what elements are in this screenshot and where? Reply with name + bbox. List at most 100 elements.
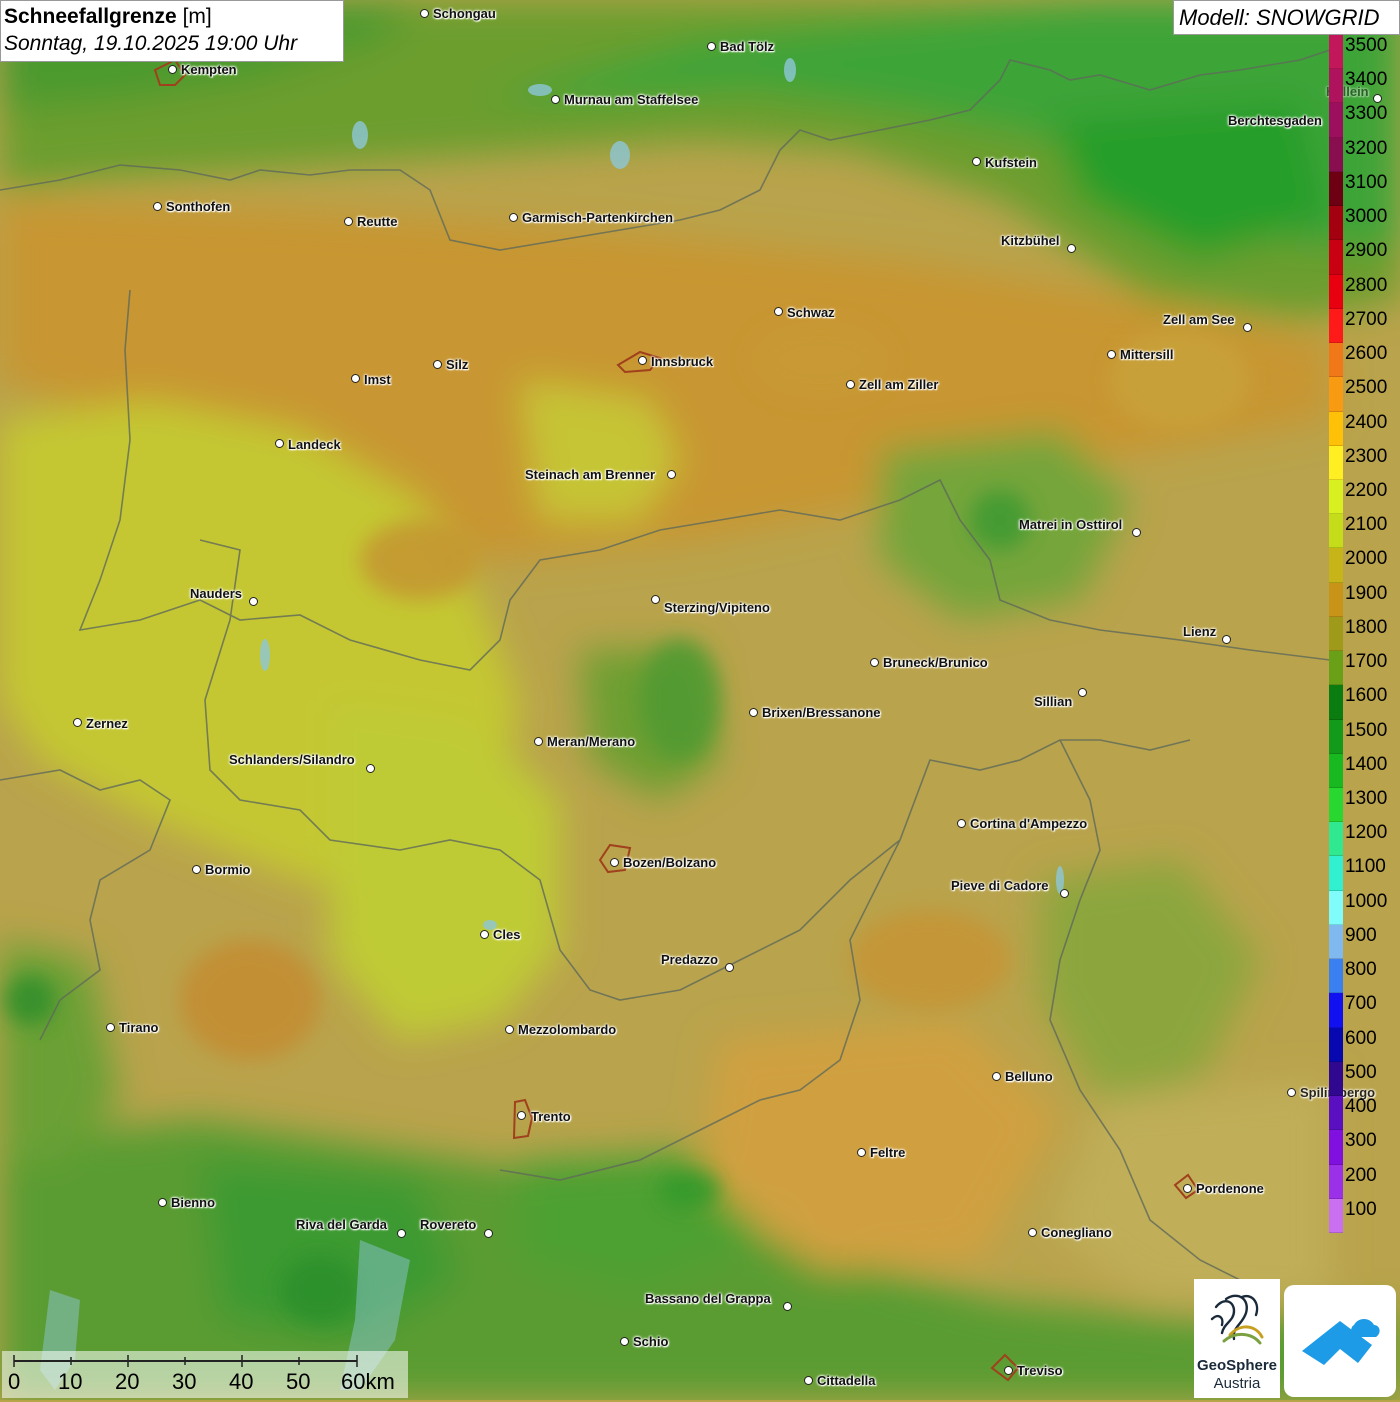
city-dot	[620, 1337, 629, 1346]
legend-color-swatch	[1329, 343, 1343, 378]
scale-label: 30	[172, 1369, 197, 1394]
city-dot	[957, 819, 966, 828]
city-dot	[725, 963, 734, 972]
snowfall-map[interactable]: Schongau Bad Tölz Kempten Murnau am Staf…	[0, 0, 1400, 1400]
scale-label: 50	[286, 1369, 311, 1394]
legend-color-swatch	[1329, 719, 1343, 754]
city-label: Nauders	[190, 586, 243, 601]
legend-label: 2400	[1345, 411, 1388, 433]
legend-label: 300	[1345, 1130, 1377, 1152]
city-label: Sillian	[1034, 694, 1073, 709]
legend-color-swatch	[1329, 445, 1343, 480]
city-dot	[857, 1148, 866, 1157]
legend-color-swatch	[1329, 69, 1343, 104]
legend-label: 2700	[1345, 308, 1388, 330]
legend-label: 3400	[1345, 69, 1388, 91]
legend-label: 1100	[1345, 856, 1386, 878]
legend-color-swatch	[1329, 137, 1343, 172]
legend-color-swatch	[1329, 685, 1343, 720]
city-label: Garmisch-Partenkirchen	[522, 210, 674, 225]
geosphere-logo[interactable]: GeoSphere Austria	[1194, 1279, 1280, 1398]
city-dot	[1222, 635, 1231, 644]
city-dot	[484, 1229, 493, 1238]
legend-color-swatch	[1329, 1096, 1343, 1131]
app-logo[interactable]	[1284, 1285, 1396, 1397]
legend-color-swatch	[1329, 1130, 1343, 1165]
scale-label: 0	[8, 1369, 21, 1394]
city-label: Silz	[446, 357, 469, 372]
city-dot	[1028, 1228, 1037, 1237]
city-label: Bormio	[205, 862, 251, 877]
city-label: Reutte	[357, 214, 398, 229]
city-label: Mezzolombardo	[518, 1022, 617, 1037]
city-label: Sterzing/Vipiteno	[664, 600, 770, 615]
legend-label: 2300	[1345, 445, 1388, 467]
city-dot	[1107, 350, 1116, 359]
legend-color-swatch	[1329, 651, 1343, 686]
legend-color-swatch	[1329, 890, 1343, 925]
legend-label: 2800	[1345, 274, 1388, 296]
city-label: Innsbruck	[651, 354, 714, 369]
city-dot	[192, 865, 201, 874]
legend-label: 3200	[1345, 137, 1388, 159]
city-dot	[168, 65, 177, 74]
legend-color-swatch	[1329, 993, 1343, 1028]
city-dot	[638, 356, 647, 365]
title-bold: Schneefallgrenze	[4, 5, 177, 28]
city-label: Predazzo	[661, 952, 719, 967]
city-dot	[774, 307, 783, 316]
city-dot	[517, 1111, 526, 1120]
scale-label: 60km	[341, 1369, 395, 1394]
city-dot	[420, 9, 429, 18]
legend-label: 1200	[1345, 822, 1388, 844]
city-dot	[433, 360, 442, 369]
scale-label: 20	[115, 1369, 140, 1394]
legend-color-swatch	[1329, 753, 1343, 789]
legend-color-swatch	[1329, 171, 1343, 207]
city-label: Mittersill	[1120, 347, 1174, 362]
city-dot	[783, 1302, 792, 1311]
legend-color-swatch	[1329, 548, 1343, 583]
city-dot	[344, 217, 353, 226]
city-label: Meran/Merano	[547, 734, 636, 749]
city-dot	[397, 1229, 406, 1238]
legend-color-swatch	[1329, 1027, 1343, 1062]
legend-label: 1600	[1345, 685, 1388, 707]
legend-color-swatch	[1329, 103, 1343, 138]
legend-label: 600	[1345, 1027, 1377, 1049]
legend-label: 2000	[1345, 548, 1388, 570]
legend-label: 1900	[1345, 582, 1388, 604]
city-dot	[153, 202, 162, 211]
city-label: Brixen/Bressanone	[762, 705, 881, 720]
logo-text-line1: GeoSphere	[1196, 1357, 1278, 1374]
color-legend: 3500 3400 3300 3200 3100 3000 2900 2800 2700 2600…	[1329, 35, 1400, 1233]
city-dot	[158, 1198, 167, 1207]
legend-label: 400	[1345, 1096, 1377, 1118]
city-label: Murnau am Staffelsee	[564, 92, 699, 107]
legend-color-swatch	[1329, 959, 1343, 994]
city-label: Bruneck/Brunico	[883, 655, 988, 670]
legend-label: 2100	[1345, 514, 1388, 536]
map-subtitle: Sonntag, 19.10.2025 19:00 Uhr	[4, 32, 298, 55]
legend-label: 1500	[1345, 719, 1388, 741]
legend-label: 200	[1345, 1164, 1377, 1186]
city-dot	[505, 1025, 514, 1034]
legend-color-swatch	[1329, 308, 1343, 344]
title-unit: [m]	[182, 5, 212, 28]
legend-label: 3000	[1345, 206, 1388, 228]
city-label: Schwaz	[787, 305, 835, 320]
legend-color-swatch	[1329, 1061, 1343, 1097]
city-dot	[106, 1023, 115, 1032]
city-dot	[610, 858, 619, 867]
city-label: Trento	[531, 1109, 571, 1124]
city-dot	[1243, 323, 1252, 332]
city-label: Steinach am Brenner	[525, 467, 656, 482]
city-dot	[846, 380, 855, 389]
city-dot	[480, 930, 489, 939]
city-label: Landeck	[288, 437, 341, 452]
city-dot	[1004, 1366, 1013, 1375]
legend-label: 3500	[1345, 35, 1388, 56]
city-label: Belluno	[1005, 1069, 1053, 1084]
city-dot	[992, 1072, 1001, 1081]
city-dot	[249, 597, 258, 606]
